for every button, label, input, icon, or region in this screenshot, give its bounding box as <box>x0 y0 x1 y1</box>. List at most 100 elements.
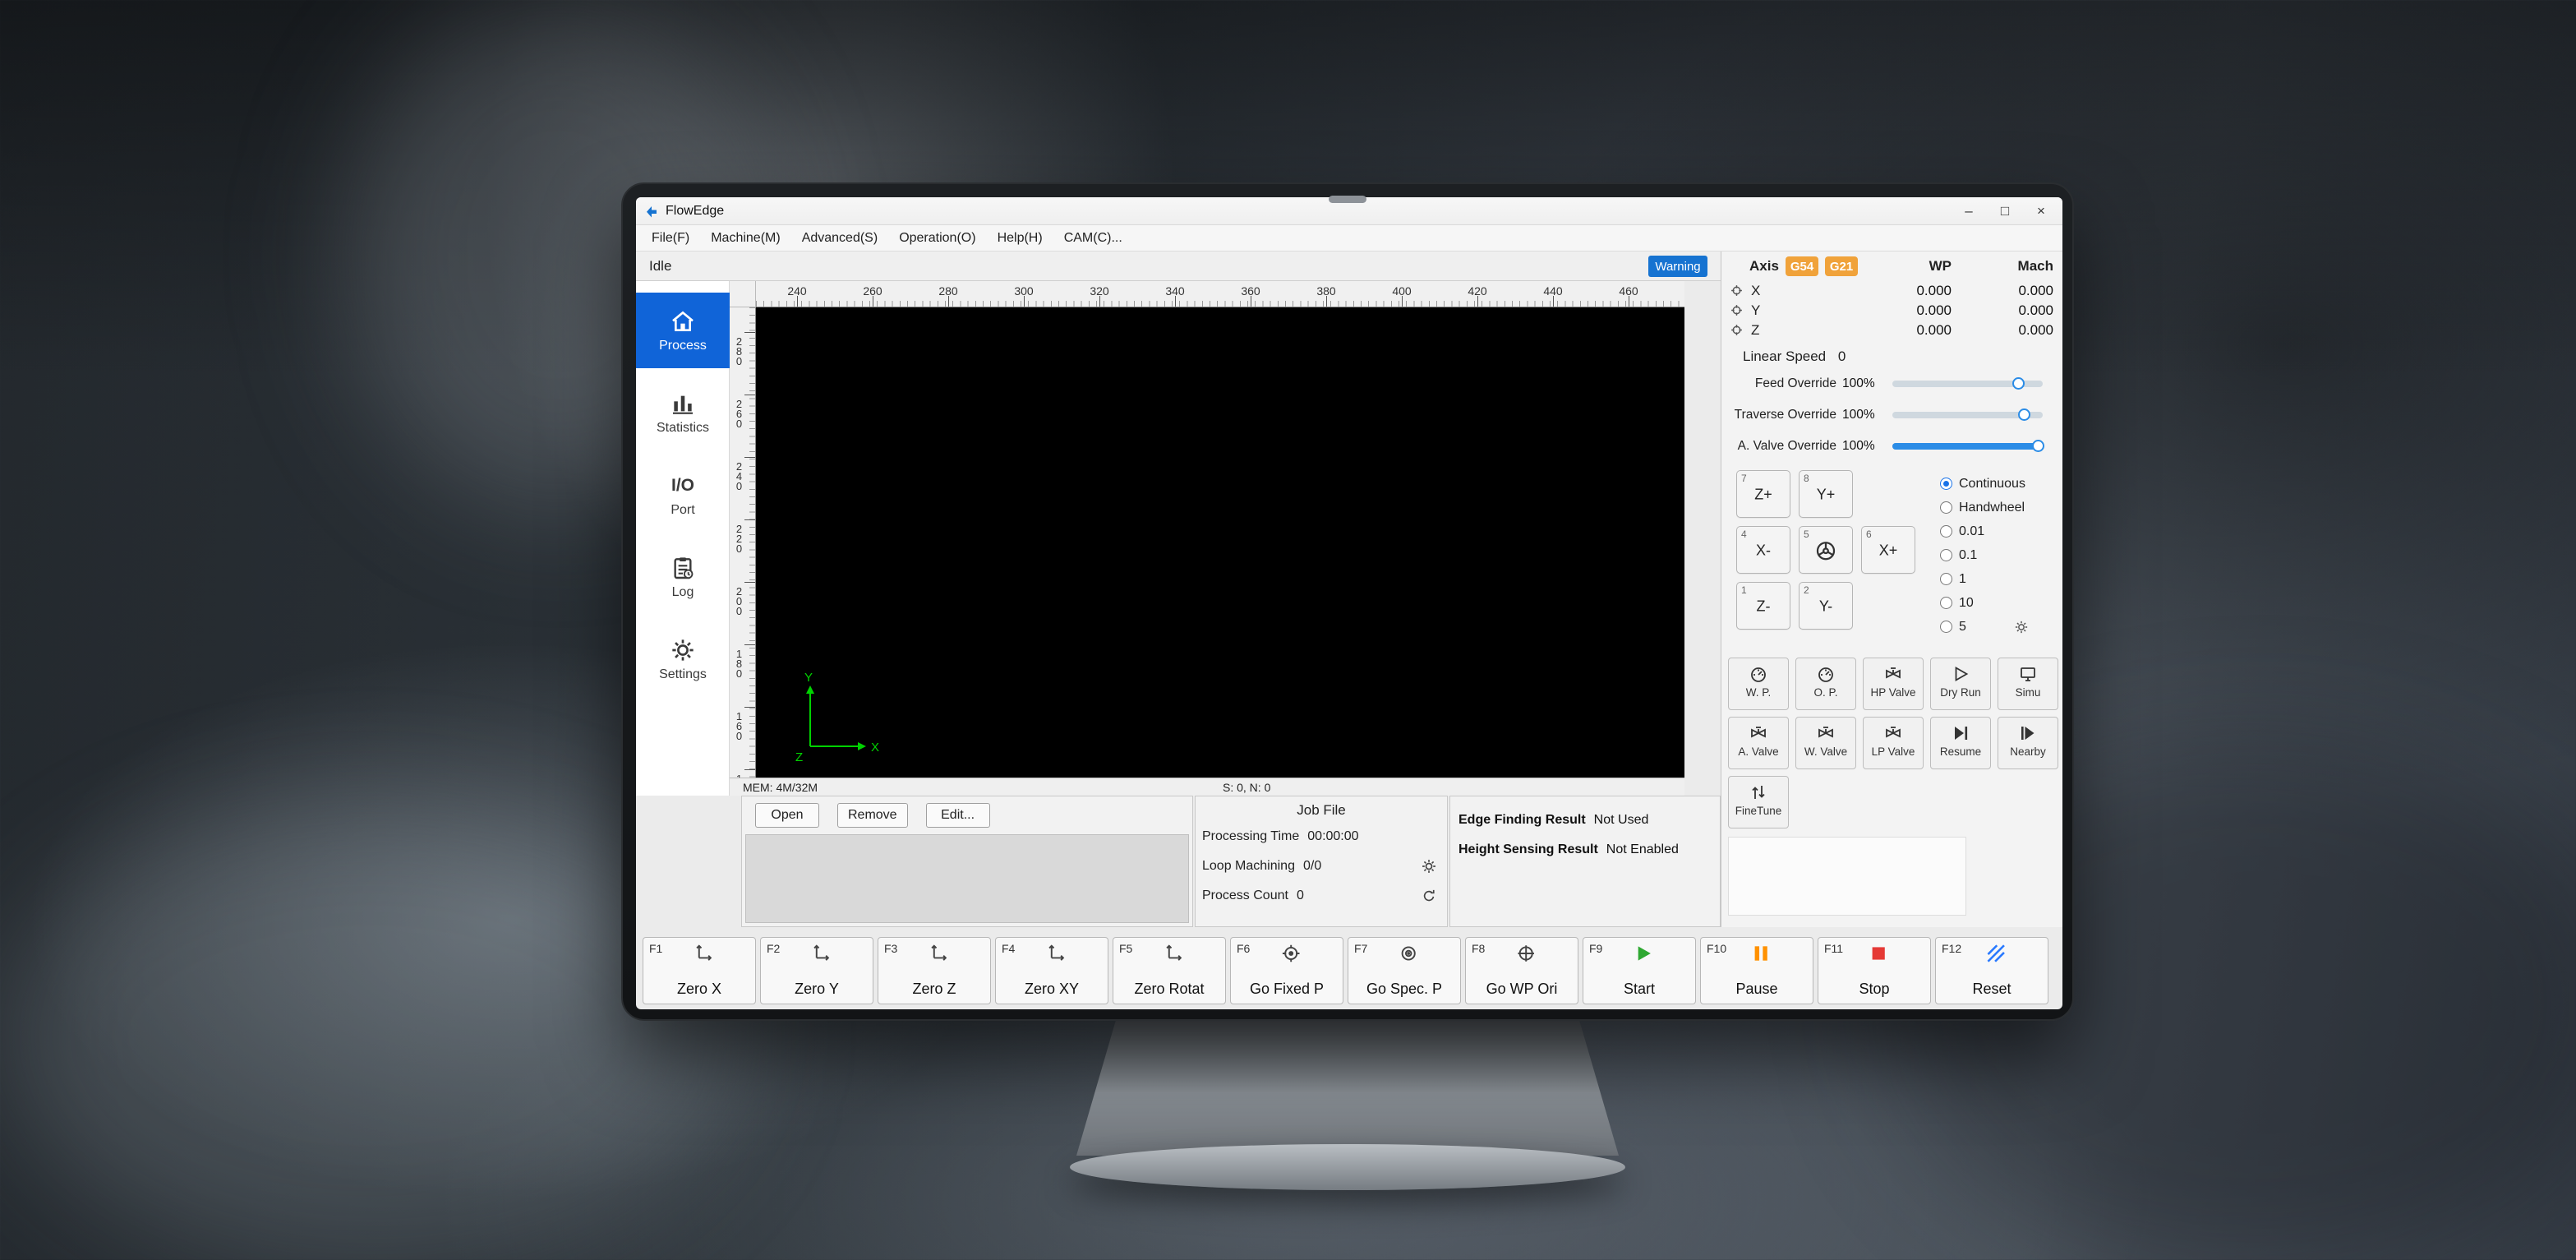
remove-button[interactable]: Remove <box>837 803 908 828</box>
fkey-reset-button[interactable]: F12Reset <box>1935 937 2048 1004</box>
fkey-go-spec-p-button[interactable]: F7Go Spec. P <box>1348 937 1461 1004</box>
axis-y-label: Y <box>804 671 813 685</box>
menu-item-advanced-s[interactable]: Advanced(S) <box>791 225 889 251</box>
mode-option-0-1[interactable]: 0.1 <box>1940 543 2029 567</box>
axis-target-icon <box>1730 284 1744 298</box>
w-p-button[interactable]: W. P. <box>1728 658 1789 710</box>
resume-button[interactable]: Resume <box>1930 717 1991 769</box>
job-row-label: Loop Machining <box>1202 859 1295 874</box>
mode-option-continuous[interactable]: Continuous <box>1940 472 2029 496</box>
axis-mach-value: 0.000 <box>1976 283 2053 299</box>
menu-item-machine-m[interactable]: Machine(M) <box>700 225 790 251</box>
control-button-label: W. Valve <box>1796 745 1855 758</box>
jog-x-button[interactable]: 6X+ <box>1861 526 1915 574</box>
menu-item-operation-o[interactable]: Operation(O) <box>888 225 986 251</box>
fkey-hint: F2 <box>767 942 780 955</box>
mode-option-handwheel[interactable]: Handwheel <box>1940 496 2029 519</box>
job-row-value: 00:00:00 <box>1307 829 1358 844</box>
gear-icon[interactable] <box>1421 858 1437 875</box>
a-valve-override-slider[interactable] <box>1892 443 2043 450</box>
ruler-label: 260 <box>733 398 745 427</box>
fkey-zero-x-button[interactable]: F1Zero X <box>643 937 756 1004</box>
mode-option-0-01[interactable]: 0.01 <box>1940 519 2029 543</box>
slider-handle[interactable] <box>2032 440 2044 452</box>
menu-item-file-f[interactable]: File(F) <box>641 225 700 251</box>
ruler-label: 180 <box>733 648 745 677</box>
g54-badge[interactable]: G54 <box>1786 256 1818 276</box>
axis-wp-value: 0.000 <box>1861 302 1952 319</box>
feed-override-slider[interactable] <box>1892 381 2043 387</box>
jog-z-button[interactable]: 7Z+ <box>1736 470 1790 518</box>
linear-speed-label: Linear Speed <box>1743 348 1826 364</box>
g21-badge[interactable]: G21 <box>1825 256 1858 276</box>
processing-time-row: Processing Time00:00:00 <box>1202 822 1437 852</box>
fkey-go-wp-ori-button[interactable]: F8Go WP Ori <box>1465 937 1578 1004</box>
fkey-label: Go Spec. P <box>1348 981 1460 998</box>
traverse-override-row: Traverse Override100% <box>1721 399 2062 431</box>
monitor-camera <box>1329 196 1366 203</box>
traverse-override-slider[interactable] <box>1892 412 2043 418</box>
job-row-value: 0 <box>1297 888 1304 903</box>
axis-row-z: Z0.0000.000 <box>1721 321 2062 340</box>
fkey-zero-y-button[interactable]: F2Zero Y <box>760 937 873 1004</box>
slider-handle[interactable] <box>2012 377 2025 390</box>
ruler-vertical: 280260240220200180160140 <box>730 307 756 778</box>
mode-option-10[interactable]: 10 <box>1940 591 2029 615</box>
mode-option-1[interactable]: 1 <box>1940 567 2029 591</box>
open-button[interactable]: Open <box>755 803 819 828</box>
sidebar-item-process[interactable]: Process <box>636 293 730 368</box>
o-p-button[interactable]: O. P. <box>1795 658 1856 710</box>
radio-icon <box>1940 501 1952 514</box>
finetune-icon <box>1749 782 1768 802</box>
hp-valve-button[interactable]: HP Valve <box>1863 658 1924 710</box>
ruler-tick <box>744 707 755 708</box>
ruler-label: 160 <box>733 710 745 740</box>
maximize-button[interactable]: □ <box>1987 197 2023 225</box>
fkey-start-button[interactable]: F9Start <box>1583 937 1696 1004</box>
mode-option-5[interactable]: 5 <box>1940 615 2029 639</box>
dry-run-button[interactable]: Dry Run <box>1930 658 1991 710</box>
nearby-button[interactable]: Nearby <box>1998 717 2058 769</box>
a-valve-button[interactable]: A. Valve <box>1728 717 1789 769</box>
fkey-zero-xy-button[interactable]: F4Zero XY <box>995 937 1108 1004</box>
jog-x-button[interactable]: 4X- <box>1736 526 1790 574</box>
sidebar-item-port[interactable]: I/OPort <box>636 457 730 533</box>
edit-button[interactable]: Edit... <box>926 803 990 828</box>
fkey-zero-rotat-button[interactable]: F5Zero Rotat <box>1113 937 1226 1004</box>
slider-handle[interactable] <box>2018 408 2030 421</box>
simu-button[interactable]: Simu <box>1998 658 2058 710</box>
sidebar-item-label: Log <box>672 585 694 600</box>
handwheel-icon <box>1813 538 1838 563</box>
sidebar-item-settings[interactable]: Settings <box>636 621 730 697</box>
jog-y-button[interactable]: 8Y+ <box>1799 470 1853 518</box>
jog-key-hint: 4 <box>1741 528 1747 540</box>
lp-valve-button[interactable]: LP Valve <box>1863 717 1924 769</box>
sidebar-item-statistics[interactable]: Statistics <box>636 375 730 450</box>
fkey-zero-z-button[interactable]: F3Zero Z <box>878 937 991 1004</box>
results-panel: Edge Finding ResultNot UsedHeight Sensin… <box>1449 796 1721 927</box>
minimize-button[interactable]: – <box>1951 197 1987 225</box>
log-icon <box>670 555 696 581</box>
jog-pad: 7Z+8Y+4X-56X+ 1Z-2Y- <box>1736 470 1915 630</box>
warning-button[interactable]: Warning <box>1648 256 1707 277</box>
close-button[interactable]: × <box>2023 197 2059 225</box>
dry-run-icon <box>1951 664 1970 684</box>
w-valve-button[interactable]: W. Valve <box>1795 717 1856 769</box>
origin-icon <box>1515 943 1537 964</box>
drawing-canvas[interactable]: Y X Z <box>756 307 1684 778</box>
fkey-go-fixed-p-button[interactable]: F6Go Fixed P <box>1230 937 1343 1004</box>
control-button-label: Resume <box>1931 745 1990 758</box>
jog-z-button[interactable]: 1Z- <box>1736 582 1790 630</box>
step-settings-gear-icon[interactable] <box>2014 620 2029 635</box>
sidebar-item-log[interactable]: Log <box>636 539 730 615</box>
fkey-stop-button[interactable]: F11Stop <box>1818 937 1931 1004</box>
menu-item-help-h[interactable]: Help(H) <box>987 225 1053 251</box>
jog-y-button[interactable]: 2Y- <box>1799 582 1853 630</box>
fkey-pause-button[interactable]: F10Pause <box>1700 937 1813 1004</box>
refresh-icon[interactable] <box>1421 888 1437 904</box>
finetune-button[interactable]: FineTune <box>1728 776 1789 828</box>
file-list[interactable] <box>745 834 1189 923</box>
menu-item-cam-c[interactable]: CAM(C)... <box>1053 225 1133 251</box>
jog-label: Y+ <box>1800 486 1852 503</box>
jog-handwheel-button[interactable]: 5 <box>1799 526 1853 574</box>
